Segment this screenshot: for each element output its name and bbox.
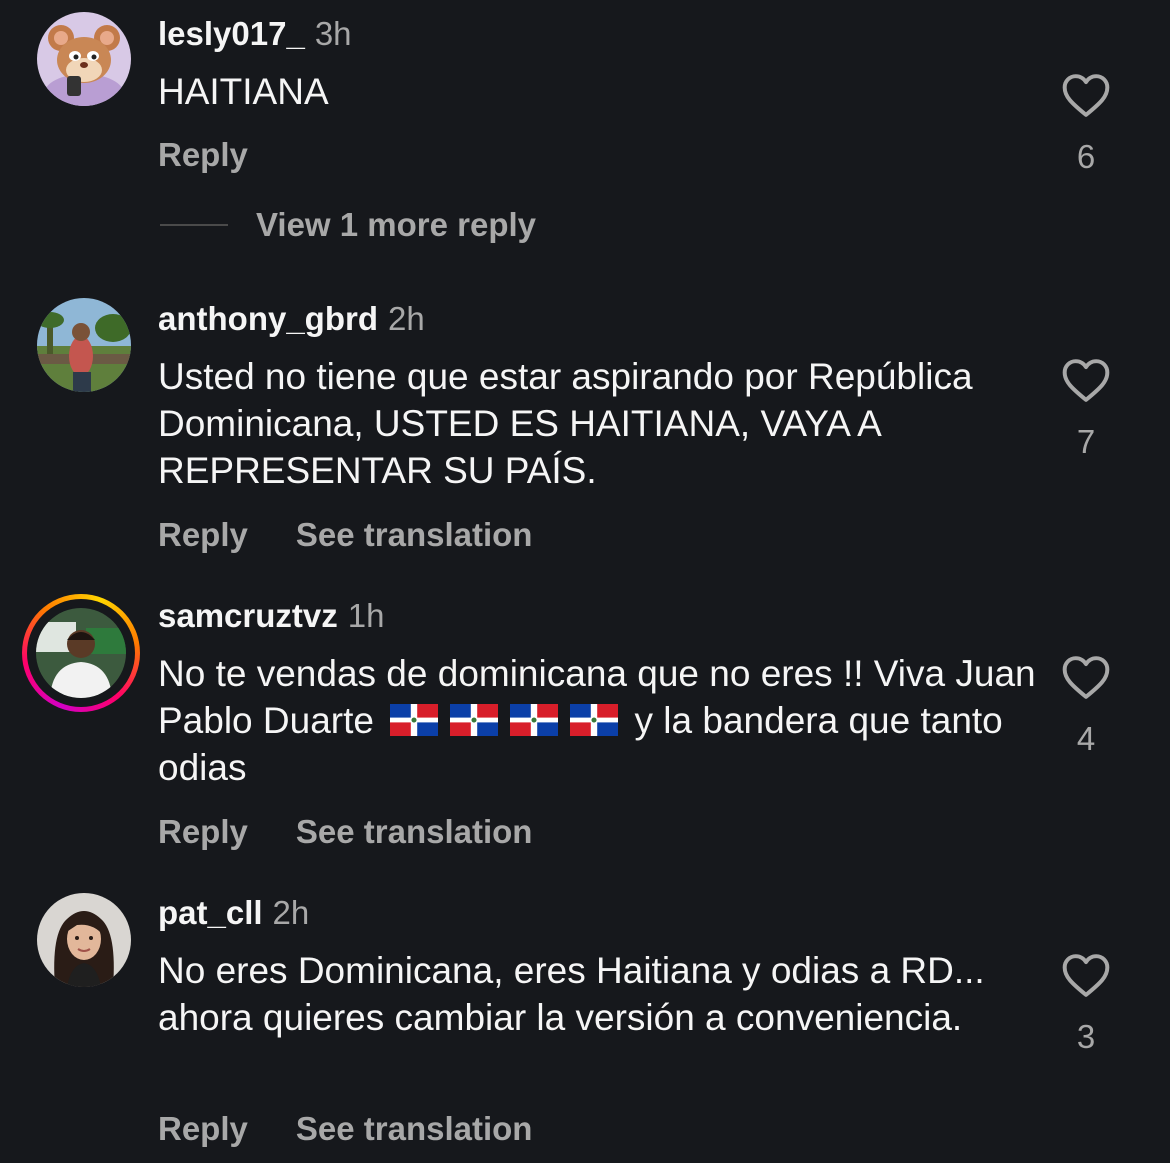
- see-translation-button[interactable]: See translation: [296, 813, 533, 850]
- comment-header: lesly017_ 3h: [158, 14, 352, 54]
- like-count: 4: [1076, 720, 1096, 757]
- reply-thread-line: [160, 224, 228, 226]
- like-count: 3: [1076, 1018, 1096, 1055]
- like-group: 3: [1058, 952, 1114, 1056]
- timestamp: 2h: [272, 894, 310, 931]
- view-more-replies-label[interactable]: View 1 more reply: [256, 206, 536, 243]
- cartoon-mouse-avatar-image: [37, 12, 131, 106]
- heart-outline-icon[interactable]: [1060, 72, 1112, 118]
- comment-text: No te vendas de dominicana que no eres !…: [158, 650, 1038, 791]
- dominican-republic-flag-icon: [570, 704, 619, 736]
- like-count: 6: [1076, 138, 1096, 175]
- like-group: 4: [1058, 654, 1114, 758]
- timestamp: 3h: [314, 15, 352, 52]
- reply-button[interactable]: Reply: [158, 136, 248, 173]
- dominican-republic-flag-icon: [390, 704, 439, 736]
- comment-header: pat_cll 2h: [158, 893, 309, 933]
- heart-outline-icon[interactable]: [1060, 952, 1112, 998]
- woman-portrait-avatar-image: [37, 893, 131, 987]
- comment-actions: Reply See translation: [158, 813, 580, 851]
- view-more-replies[interactable]: View 1 more reply: [160, 206, 536, 250]
- username[interactable]: pat_cll: [158, 894, 263, 931]
- dominican-republic-flag-icon: [450, 704, 499, 736]
- like-count: 7: [1076, 423, 1096, 460]
- see-translation-button[interactable]: See translation: [296, 516, 533, 553]
- reply-button[interactable]: Reply: [158, 1110, 248, 1147]
- reply-button[interactable]: Reply: [158, 516, 248, 553]
- outdoor-photo-avatar-image: [37, 298, 131, 392]
- heart-outline-icon[interactable]: [1060, 654, 1112, 700]
- timestamp: 2h: [388, 300, 425, 337]
- username[interactable]: samcruztvz: [158, 597, 338, 634]
- comment-header: anthony_gbrd 2h: [158, 299, 425, 339]
- heart-outline-icon[interactable]: [1060, 357, 1112, 403]
- avatar[interactable]: [36, 608, 126, 698]
- dominican-republic-flag-icon: [510, 704, 559, 736]
- comment-text: HAITIANA: [158, 71, 329, 112]
- comment-text: Usted no tiene que estar aspirando por R…: [158, 356, 973, 491]
- comment-actions: Reply See translation: [158, 1110, 580, 1148]
- comment-actions: Reply: [158, 136, 296, 174]
- comment-actions: Reply See translation: [158, 516, 580, 554]
- comment-header: samcruztvz 1h: [158, 596, 384, 636]
- comment-text: No eres Dominicana, eres Haitiana y odia…: [158, 950, 985, 1038]
- like-group: 7: [1058, 357, 1114, 461]
- see-translation-button[interactable]: See translation: [296, 1110, 533, 1147]
- avatar[interactable]: [37, 893, 131, 987]
- like-group: 6: [1058, 72, 1114, 176]
- story-ring[interactable]: [22, 594, 140, 712]
- timestamp: 1h: [347, 597, 385, 634]
- man-portrait-avatar-image: [36, 608, 126, 698]
- reply-button[interactable]: Reply: [158, 813, 248, 850]
- avatar[interactable]: [37, 12, 131, 106]
- username[interactable]: lesly017_: [158, 15, 305, 52]
- avatar[interactable]: [37, 298, 131, 392]
- username[interactable]: anthony_gbrd: [158, 300, 378, 337]
